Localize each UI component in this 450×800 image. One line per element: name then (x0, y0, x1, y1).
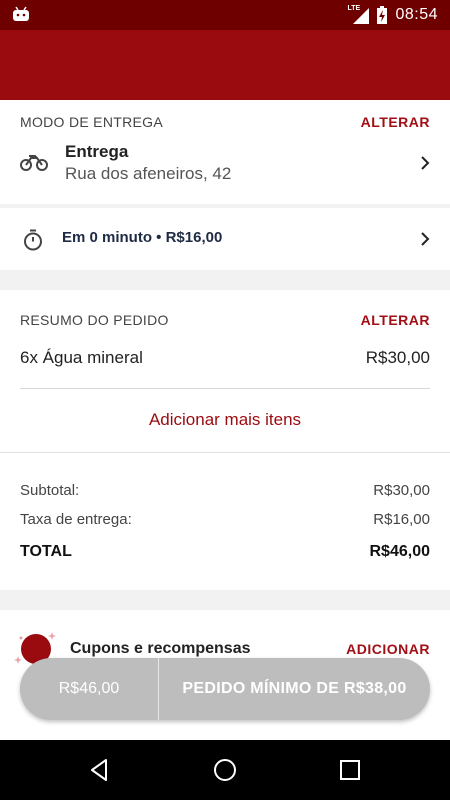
status-bar: LTE 08:54 (0, 0, 450, 30)
android-notification-icon (13, 6, 29, 21)
total-value: R$46,00 (369, 543, 431, 560)
total-label: TOTAL (20, 543, 72, 560)
subtotal-value: R$30,00 (373, 482, 430, 499)
checkout-button[interactable]: R$46,00 PEDIDO MÍNIMO DE R$38,00 (20, 658, 430, 720)
chevron-right-icon (421, 232, 430, 246)
chevron-right-icon (421, 156, 430, 170)
app-bar (0, 30, 450, 100)
order-item-name: 6x Água mineral (20, 348, 143, 367)
home-icon[interactable] (213, 758, 237, 782)
minimum-order-message: PEDIDO MÍNIMO DE R$38,00 (182, 680, 407, 697)
back-icon[interactable] (88, 758, 112, 782)
battery-charging-icon (377, 6, 388, 24)
total-row: TOTAL R$46,00 (0, 543, 450, 561)
delivery-fee-label: Taxa de entrega: (20, 511, 132, 528)
recents-icon[interactable] (338, 758, 362, 782)
delivery-time-row[interactable]: Em 0 minuto • R$16,00 (0, 208, 450, 270)
stopwatch-icon (24, 229, 42, 251)
checkout-amount: R$46,00 (58, 680, 120, 697)
delivery-address: Rua dos afeneiros, 42 (65, 164, 232, 183)
checkout-content: MODO DE ENTREGA ALTERAR Entrega Rua dos … (0, 100, 450, 740)
delivery-time-fee: Em 0 minuto • R$16,00 (62, 229, 223, 246)
add-coupon-button[interactable]: ADICIONAR (346, 641, 430, 657)
order-item-price: R$30,00 (365, 348, 430, 367)
change-delivery-button[interactable]: ALTERAR (361, 114, 430, 130)
delivery-fee-row: Taxa de entrega: R$16,00 (0, 511, 450, 528)
delivery-mode-row[interactable]: Entrega Rua dos afeneiros, 42 (0, 140, 450, 192)
motorcycle-icon (20, 155, 48, 171)
divider (0, 452, 450, 453)
subtotal-row: Subtotal: R$30,00 (0, 482, 450, 499)
change-order-button[interactable]: ALTERAR (361, 312, 430, 328)
order-section-title: RESUMO DO PEDIDO (20, 312, 169, 328)
delivery-section-title: MODO DE ENTREGA (20, 114, 163, 130)
lte-signal-icon: LTE (347, 5, 370, 24)
delivery-mode-card: MODO DE ENTREGA ALTERAR Entrega Rua dos … (0, 100, 450, 204)
clock: 08:54 (395, 6, 438, 23)
divider (20, 388, 430, 389)
add-more-items-button[interactable]: Adicionar mais itens (0, 410, 450, 430)
system-nav-bar (0, 740, 450, 800)
delivery-fee-value: R$16,00 (373, 511, 430, 528)
subtotal-label: Subtotal: (20, 482, 80, 499)
delivery-mode-label: Entrega (65, 142, 129, 161)
coupons-label: Cupons e recompensas (70, 640, 251, 657)
order-item-row: 6x Água mineral R$30,00 (20, 348, 430, 368)
order-summary-card: RESUMO DO PEDIDO ALTERAR 6x Água mineral… (0, 290, 450, 590)
